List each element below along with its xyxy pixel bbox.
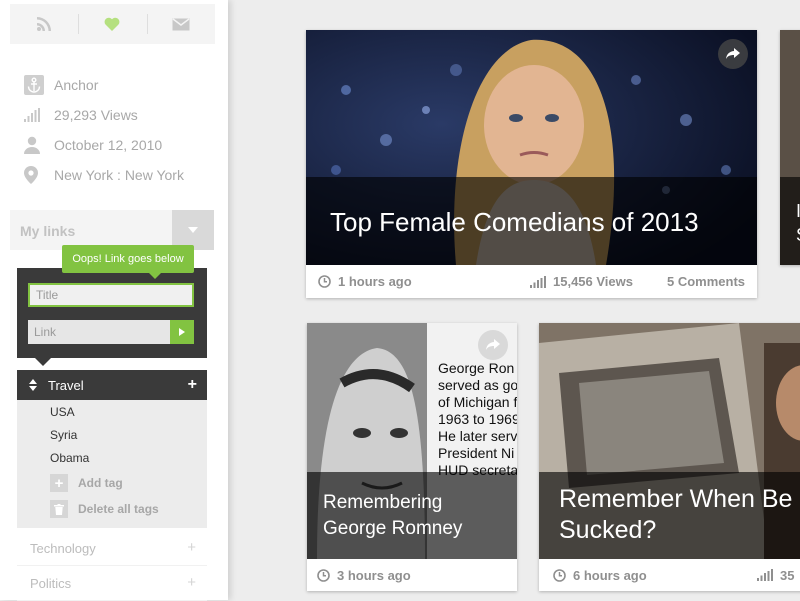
play-arrow-icon — [179, 328, 185, 336]
article-views: 15,456 Views — [530, 265, 633, 298]
article-title-line: George Romney — [323, 518, 463, 539]
clock-icon — [317, 568, 330, 582]
clock-icon — [318, 275, 331, 288]
meta-location-text: New York : New York — [54, 167, 184, 183]
meta-views: 29,293 Views — [24, 100, 184, 130]
trash-icon — [50, 500, 68, 518]
travel-tag-list: USA Syria Obama + Add tag Delete all tag… — [17, 400, 207, 528]
article-views-text: 35 — [780, 567, 795, 583]
clip-text-line: served as go — [438, 377, 517, 393]
heart-icon[interactable] — [78, 4, 146, 44]
article-card[interactable]: I S — [780, 30, 800, 265]
article-title-overlay: Remembering George Romney — [307, 472, 517, 559]
article-footer: 6 hours ago 35 — [539, 559, 800, 591]
delete-tags-label: Delete all tags — [78, 502, 159, 516]
article-time: 6 hours ago — [553, 559, 647, 591]
user-icon — [24, 136, 54, 154]
meta-anchor: Anchor — [24, 70, 184, 100]
profile-meta: Anchor 29,293 Views October 12, 2010 New… — [24, 70, 184, 190]
meta-anchor-text: Anchor — [54, 77, 99, 93]
add-tag-label: Add tag — [78, 476, 123, 490]
category-technology-label: Technology — [30, 541, 96, 556]
clip-text-line: He later serv — [438, 428, 517, 444]
social-icon-bar — [10, 4, 215, 44]
article-title[interactable]: Remember When Be Sucked? — [559, 484, 792, 546]
category-travel-label: Travel — [48, 378, 84, 393]
add-link-form — [17, 268, 207, 366]
sidebar: Anchor 29,293 Views October 12, 2010 New… — [0, 0, 228, 601]
clip-text-line: President Ni — [438, 445, 515, 461]
anchor-icon — [24, 75, 54, 95]
article-card[interactable]: George Ron served as go of Michigan f 19… — [307, 323, 517, 591]
article-comments-text: 5 Comments — [667, 274, 746, 289]
article-views-text: 15,456 Views — [553, 274, 633, 289]
article-title-line: I — [796, 201, 800, 221]
link-input[interactable] — [28, 320, 170, 344]
article-card[interactable]: Remember When Be Sucked? 6 hours ago 35 — [539, 323, 800, 591]
article-title-line: Remember When Be — [559, 485, 793, 513]
tag-item[interactable]: Obama — [50, 451, 89, 465]
article-title-line: S — [796, 223, 800, 247]
my-links-label: My links — [20, 223, 76, 239]
plus-icon: + — [50, 474, 68, 492]
meta-location: New York : New York — [24, 160, 184, 190]
chevron-down-icon[interactable] — [172, 210, 214, 250]
article-comments[interactable]: 5 Comments — [667, 265, 745, 298]
category-travel-header[interactable]: Travel + — [17, 370, 207, 400]
article-title-overlay: Top Female Comedians of 2013 — [306, 177, 757, 265]
article-title-line: Sucked? — [559, 516, 657, 544]
link-tooltip: Oops! Link goes below — [62, 245, 194, 279]
share-icon[interactable] — [478, 330, 508, 360]
article-time: 3 hours ago — [317, 559, 411, 591]
submit-link-button[interactable] — [170, 320, 194, 344]
add-category-icon[interactable]: + — [188, 376, 197, 394]
mail-icon[interactable] — [146, 4, 215, 44]
article-views: 35 — [757, 559, 794, 591]
add-category-icon[interactable]: + — [187, 539, 196, 556]
article-time-text: 6 hours ago — [573, 567, 647, 583]
category-technology[interactable]: Technology + — [17, 531, 207, 566]
clip-text-line: George Ron — [438, 360, 515, 376]
clip-text-line: 1963 to 1969 — [438, 411, 517, 427]
meta-date-text: October 12, 2010 — [54, 137, 163, 153]
article-title-overlay: I S — [780, 177, 800, 265]
signal-icon — [24, 108, 54, 122]
article-clip-text: George Ron served as go of Michigan f 19… — [438, 360, 517, 479]
clip-text-line: of Michigan f — [438, 394, 517, 410]
rss-icon[interactable] — [10, 4, 78, 44]
article-time-text: 3 hours ago — [337, 567, 411, 583]
location-pin-icon — [24, 166, 54, 184]
article-title[interactable]: I S — [796, 199, 800, 247]
my-links-header[interactable]: My links — [10, 210, 214, 250]
article-card[interactable]: Top Female Comedians of 2013 1 hours ago… — [306, 30, 757, 298]
signal-icon — [530, 275, 546, 288]
sort-arrows-icon[interactable] — [29, 379, 37, 394]
add-tag-button[interactable]: + Add tag — [50, 474, 123, 492]
tag-item[interactable]: USA — [50, 405, 75, 419]
clock-icon — [553, 568, 566, 582]
category-politics-label: Politics — [30, 576, 72, 591]
meta-date: October 12, 2010 — [24, 130, 184, 160]
article-title-line: Remembering — [323, 492, 443, 513]
meta-views-text: 29,293 Views — [54, 107, 138, 123]
share-icon[interactable] — [718, 39, 748, 69]
article-title[interactable]: Remembering George Romney — [323, 490, 462, 542]
add-category-icon[interactable]: + — [187, 574, 196, 591]
signal-icon — [757, 569, 773, 581]
article-footer: 1 hours ago 15,456 Views 5 Comments — [306, 265, 757, 298]
article-title[interactable]: Top Female Comedians of 2013 — [330, 207, 699, 238]
article-footer: 3 hours ago — [307, 559, 517, 591]
delete-tags-button[interactable]: Delete all tags — [50, 500, 159, 518]
article-time-text: 1 hours ago — [338, 274, 412, 289]
tag-item[interactable]: Syria — [50, 428, 77, 442]
article-time: 1 hours ago — [318, 265, 412, 298]
title-input[interactable] — [28, 283, 194, 307]
category-politics[interactable]: Politics + — [17, 566, 207, 601]
article-title-overlay: Remember When Be Sucked? — [539, 472, 800, 559]
